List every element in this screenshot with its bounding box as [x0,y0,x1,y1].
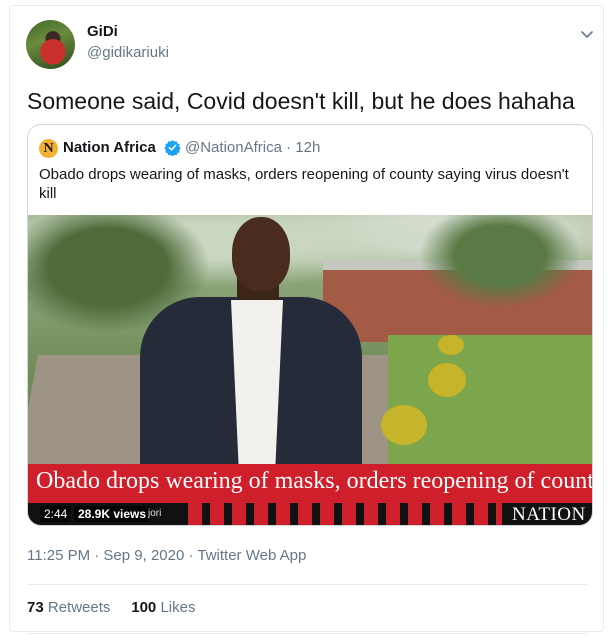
quoted-tweet-text: Obado drops wearing of masks, orders reo… [39,166,569,202]
video-scene-lawn [388,335,592,465]
retweets-count[interactable]: 73 [27,599,44,616]
quoted-tweet[interactable]: N Nation Africa @NationAfrica · 12h Obad… [27,124,593,526]
tweet-text: Someone said, Covid doesn't kill, but he… [27,88,575,114]
video-duration: 2:44 [40,506,72,522]
divider [27,584,587,585]
video-player[interactable]: Obado drops wearing of masks, orders reo… [28,215,592,525]
video-ticker-text: jori [148,508,162,519]
divider [27,633,587,634]
quoted-author-name[interactable]: Nation Africa [63,139,156,156]
quoted-author-handle[interactable]: @NationAfrica · 12h [185,139,320,156]
tweet-stats: 73 Retweets 100 Likes [27,599,195,616]
retweets-label[interactable]: Retweets [48,599,111,616]
verified-badge-icon [164,140,181,156]
video-headline: Obado drops wearing of masks, orders reo… [36,468,592,494]
avatar[interactable] [26,20,75,69]
likes-label[interactable]: Likes [160,599,195,616]
video-scene-person-shirt [231,300,283,470]
author-name[interactable]: GiDi [87,23,118,40]
video-ticker-stripes [188,503,502,525]
tweet-timestamp[interactable]: 11:25 PM · Sep 9, 2020 · Twitter Web App [27,547,306,564]
video-scene-bush [428,363,466,397]
video-scene-tree [408,215,592,315]
chevron-down-icon[interactable] [577,24,597,44]
likes-count[interactable]: 100 [131,599,156,616]
video-views: 28.9K views [74,506,151,522]
author-handle[interactable]: @gidikariuki [87,44,169,61]
video-scene-bush [381,405,427,445]
video-brand-logo: NATION [512,504,586,525]
tweet-card: GiDi @gidikariuki Someone said, Covid do… [9,5,604,634]
video-scene-bush [438,335,464,355]
video-scene-person-head [232,217,290,291]
quoted-author-avatar[interactable]: N [39,139,58,158]
